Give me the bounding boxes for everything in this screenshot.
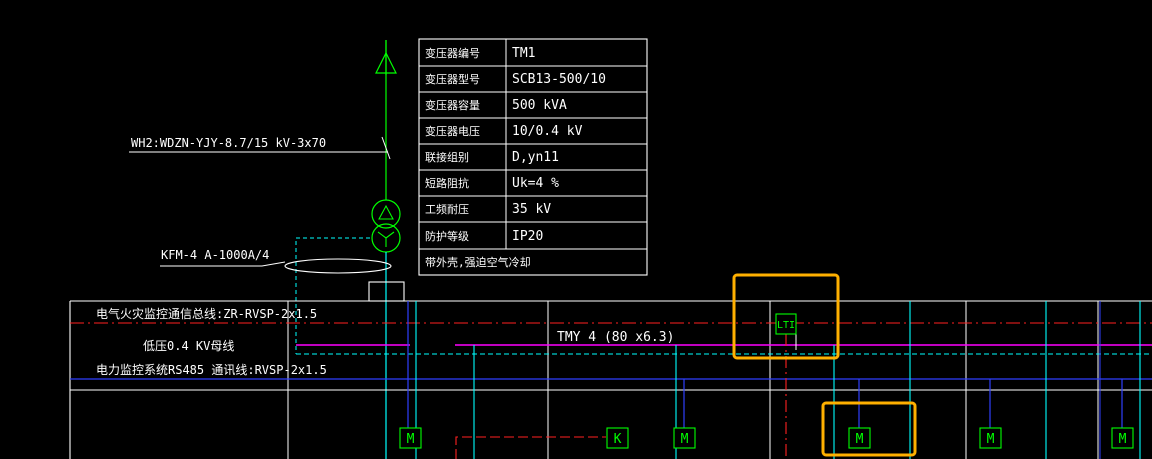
busbar-spec-label: TMY 4 (80 x6.3) <box>557 330 674 345</box>
table-row-value: 35 kV <box>512 202 551 217</box>
transformer-parameter-table: 变压器编号 TM1 变压器型号 SCB13-500/10 变压器容量 500 k… <box>418 38 648 276</box>
table-row-label: 变压器型号 <box>425 72 480 86</box>
meter-symbol: M <box>979 427 1002 449</box>
meter-label: M <box>987 432 995 447</box>
star-icon <box>377 231 395 247</box>
meter-symbol: M <box>673 427 696 449</box>
incoming-cable-label: WH2:WDZN-YJY-8.7/15 kV-3x70 <box>131 136 326 150</box>
cad-drawing-canvas: WH2:WDZN-YJY-8.7/15 kV-3x70 KFM-4 A-1000… <box>69 38 1152 459</box>
rs485-bus-label: 电力监控系统RS485 通讯线:RVSP-2x1.5 <box>96 363 327 377</box>
table-row-value: 500 kVA <box>512 98 567 113</box>
table-row-value: SCB13-500/10 <box>512 72 606 87</box>
meter-label: M <box>1119 432 1127 447</box>
transformer-symbol <box>371 199 401 253</box>
vertical-drops <box>407 301 1141 459</box>
lti-label: LTI <box>777 320 795 331</box>
table-note: 带外壳,强迫空气冷却 <box>425 255 531 269</box>
k-label: K <box>614 432 622 447</box>
lti-symbol: LTI <box>775 313 797 335</box>
table-row-value: D,yn11 <box>512 150 559 165</box>
fire-bus-label: 电气火灾监控通信总线:ZR-RVSP-2x1.5 <box>96 306 317 321</box>
table-row-label: 防护等级 <box>425 229 469 243</box>
incoming-feeder <box>375 40 397 200</box>
table-row-value: IP20 <box>512 229 543 244</box>
delta-icon <box>378 204 394 220</box>
table-row-label: 变压器电压 <box>425 124 480 138</box>
table-row-value: TM1 <box>512 46 535 61</box>
lv-bus-label: 低压0.4 KV母线 <box>143 339 234 353</box>
meter-label: M <box>681 432 689 447</box>
table-row-value: 10/0.4 kV <box>512 124 583 139</box>
table-row-label: 变压器编号 <box>425 46 480 60</box>
table-row-label: 工频耐压 <box>425 202 469 216</box>
k-symbol: K <box>606 427 629 449</box>
table-row-value: Uk=4 % <box>512 176 559 191</box>
meter-symbol: M <box>848 427 871 449</box>
meter-symbol: M <box>1111 427 1134 449</box>
meter-label: M <box>856 432 864 447</box>
ct-label: KFM-4 A-1000A/4 <box>161 248 269 262</box>
meter-label: M <box>407 432 415 447</box>
incoming-cable-callout: WH2:WDZN-YJY-8.7/15 kV-3x70 <box>129 136 388 153</box>
current-transformer: KFM-4 A-1000A/4 <box>160 248 392 274</box>
table-row-label: 联接组别 <box>425 150 469 164</box>
table-row-label: 短路阻抗 <box>425 176 469 190</box>
table-row-label: 变压器容量 <box>425 98 480 112</box>
ct-ellipse <box>284 258 392 274</box>
meter-symbol: M <box>399 427 422 449</box>
